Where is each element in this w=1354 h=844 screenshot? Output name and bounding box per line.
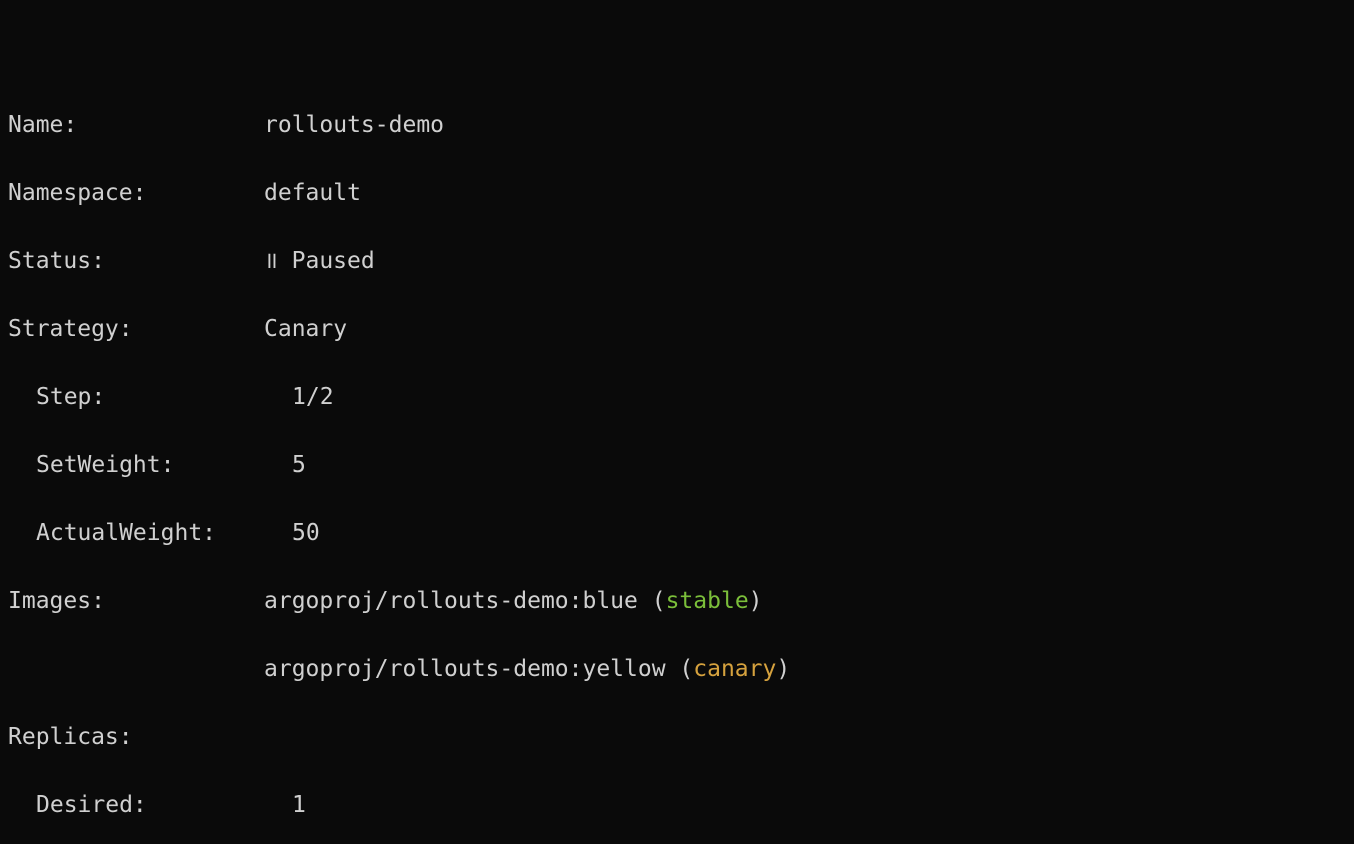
label-images-blank [8, 652, 264, 686]
summary-row-desired: Desired: 1 [8, 788, 1346, 822]
value-strategy: Canary [264, 312, 347, 346]
label-name: Name: [8, 108, 264, 142]
value-name: rollouts-demo [264, 108, 444, 142]
label-step: Step: [8, 380, 292, 414]
summary-row-replicas: Replicas: [8, 720, 1346, 754]
summary-row-images-1: Images: argoproj/rollouts-demo:blue (sta… [8, 584, 1346, 618]
value-image-stable: argoproj/rollouts-demo:blue ( [264, 584, 666, 618]
tag-stable: stable [666, 584, 749, 618]
value-image-canary: argoproj/rollouts-demo:yellow ( [264, 652, 693, 686]
pause-icon: ॥ [264, 244, 278, 278]
label-namespace: Namespace: [8, 176, 264, 210]
summary-row-actualweight: ActualWeight: 50 [8, 516, 1346, 550]
label-setweight: SetWeight: [8, 448, 292, 482]
value-step: 1/2 [292, 380, 334, 414]
summary-row-status: Status: ॥ Paused [8, 244, 1346, 278]
summary-row-strategy: Strategy: Canary [8, 312, 1346, 346]
summary-row-images-2: argoproj/rollouts-demo:yellow (canary) [8, 652, 1346, 686]
summary-row-step: Step: 1/2 [8, 380, 1346, 414]
terminal-output: Name: rollouts-demo Namespace: default S… [0, 0, 1354, 844]
label-strategy: Strategy: [8, 312, 264, 346]
value-status: Paused [292, 244, 375, 278]
summary-row-setweight: SetWeight: 5 [8, 448, 1346, 482]
summary-row-namespace: Namespace: default [8, 176, 1346, 210]
label-replicas: Replicas: [8, 720, 264, 754]
value-actualweight: 50 [292, 516, 320, 550]
tag-canary: canary [693, 652, 776, 686]
summary-row-name: Name: rollouts-demo [8, 108, 1346, 142]
value-setweight: 5 [292, 448, 306, 482]
label-status: Status: [8, 244, 264, 278]
value-namespace: default [264, 176, 361, 210]
paren-close: ) [749, 584, 763, 618]
label-actualweight: ActualWeight: [8, 516, 292, 550]
label-images: Images: [8, 584, 264, 618]
paren-close: ) [776, 652, 790, 686]
value-desired: 1 [292, 788, 306, 822]
label-desired: Desired: [8, 788, 292, 822]
